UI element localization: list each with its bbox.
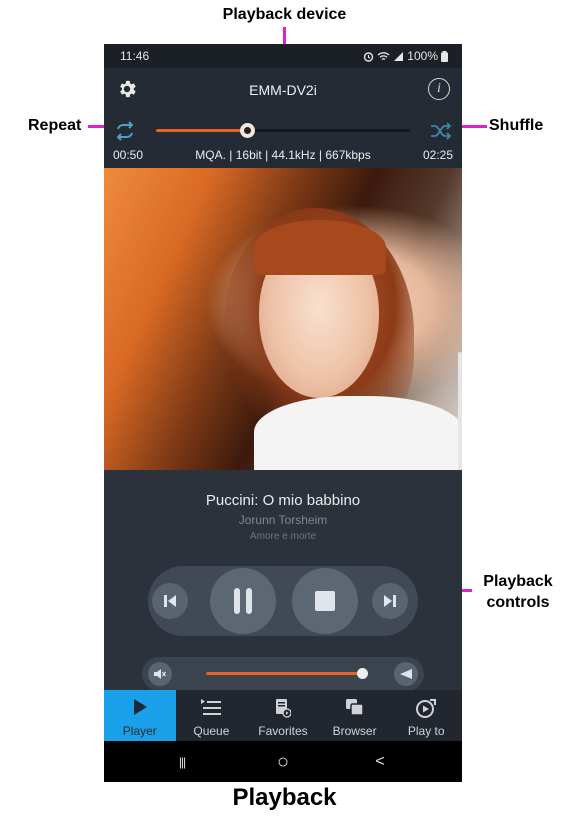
stop-button[interactable] xyxy=(292,568,358,634)
progress-knob[interactable] xyxy=(240,123,256,138)
song-title: Puccini: O mio babbino xyxy=(205,492,361,509)
volume-fill xyxy=(206,672,363,675)
volume-button[interactable] xyxy=(394,662,418,686)
annotation-line-shuffle xyxy=(461,125,487,128)
tab-favorites[interactable]: Favorites xyxy=(247,690,319,741)
progress-bar[interactable] xyxy=(156,123,410,138)
tab-play-to[interactable]: Play to xyxy=(390,690,462,741)
back-button[interactable]: < xyxy=(368,752,392,772)
annotation-controls-line1: Playback xyxy=(483,573,553,590)
mute-icon xyxy=(154,669,166,679)
queue-icon xyxy=(201,699,222,715)
play-to-icon xyxy=(416,699,437,718)
alarm-icon xyxy=(364,51,374,62)
play-icon xyxy=(133,699,147,715)
mute-button[interactable] xyxy=(148,662,172,686)
next-button[interactable] xyxy=(372,583,408,619)
tab-browser[interactable]: Browser xyxy=(319,690,391,741)
song-album: Amore e morte xyxy=(249,531,317,542)
progress-fill xyxy=(156,129,248,132)
phone-screen: 11:46 100% EMM-DV2i i 00:50 MQA. | 16bit… xyxy=(104,44,462,782)
favorites-icon xyxy=(275,699,291,718)
home-button[interactable]: ○ xyxy=(271,751,295,773)
battery-percent: 100% xyxy=(407,49,438,63)
app-header: EMM-DV2i i xyxy=(104,68,462,112)
annotation-repeat: Repeat xyxy=(28,117,82,134)
next-icon xyxy=(384,595,396,607)
volume-icon xyxy=(400,669,412,679)
tab-label: Player xyxy=(122,724,157,738)
tab-label: Queue xyxy=(193,724,230,738)
previous-icon xyxy=(164,595,176,607)
album-art-shirt xyxy=(254,396,462,470)
annotation-playback-device: Playback device xyxy=(222,6,347,23)
annotation-shuffle: Shuffle xyxy=(489,117,544,134)
status-time: 11:46 xyxy=(120,49,150,63)
volume-slider[interactable] xyxy=(206,668,369,679)
recents-button[interactable]: ||| xyxy=(170,752,194,772)
track-info-section: Puccini: O mio babbino Jorunn Torsheim A… xyxy=(104,470,462,710)
stop-icon xyxy=(315,591,335,611)
pause-icon xyxy=(234,588,252,614)
pause-button[interactable] xyxy=(210,568,276,634)
wifi-icon xyxy=(377,51,390,60)
total-time: 02:25 xyxy=(422,148,453,162)
playback-device-name[interactable]: EMM-DV2i xyxy=(104,82,462,98)
battery-icon xyxy=(441,50,448,62)
previous-button[interactable] xyxy=(152,583,188,619)
progress-section: 00:50 MQA. | 16bit | 44.1kHz | 667kbps 0… xyxy=(104,112,462,168)
album-art xyxy=(104,168,462,470)
info-icon[interactable]: i xyxy=(428,78,450,100)
browser-icon xyxy=(345,699,364,716)
tab-label: Browser xyxy=(332,724,377,738)
song-artist: Jorunn Torsheim xyxy=(238,513,328,527)
tab-queue[interactable]: Queue xyxy=(176,690,248,741)
tab-label: Favorites xyxy=(258,724,308,738)
repeat-icon[interactable] xyxy=(113,121,137,141)
annotation-controls-line2: controls xyxy=(486,594,550,611)
caption: Playback xyxy=(232,784,337,811)
annotation-playback-controls: Playback controls xyxy=(470,571,566,613)
bottom-nav: Player Queue Favorites Browser Play to xyxy=(104,690,462,741)
signal-icon xyxy=(394,51,404,61)
tab-player[interactable]: Player xyxy=(104,690,176,741)
android-nav-bar: ||| ○ < xyxy=(104,741,462,782)
shuffle-icon[interactable] xyxy=(429,121,453,141)
status-bar: 11:46 100% xyxy=(104,44,462,68)
album-art-bangs xyxy=(254,220,386,275)
tab-label: Play to xyxy=(407,724,445,738)
status-icons: 100% xyxy=(363,49,448,63)
audio-format-info: MQA. | 16bit | 44.1kHz | 667kbps xyxy=(195,148,371,162)
